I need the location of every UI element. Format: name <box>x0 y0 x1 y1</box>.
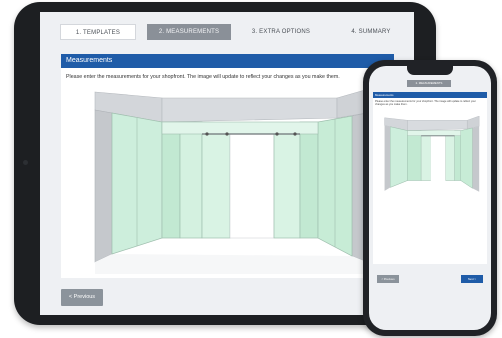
wizard-steps: 1. TEMPLATES 2. MEASUREMENTS 3. EXTRA OP… <box>40 12 414 52</box>
tab-summary[interactable]: 4. SUMMARY <box>330 24 412 40</box>
phone-previous-button[interactable]: < Previous <box>377 275 399 283</box>
floor <box>95 254 372 274</box>
phone-shopfront-preview <box>375 115 485 196</box>
phone-next-button[interactable]: Next > <box>461 275 483 283</box>
instructions-text: Please enter the measurements for your s… <box>66 74 340 80</box>
door-opening <box>229 133 275 239</box>
phone-device: 2. MEASUREMENTS Measurements Please ente… <box>363 60 497 336</box>
panel-title: Measurements <box>61 54 394 68</box>
tab-measurements[interactable]: 2. MEASUREMENTS <box>147 24 231 40</box>
phone-tab-measurements[interactable]: 2. MEASUREMENTS <box>407 80 451 87</box>
shopfront-preview <box>67 87 389 274</box>
phone-screen: 2. MEASUREMENTS Measurements Please ente… <box>369 66 491 330</box>
glass-panel-3 <box>299 121 319 239</box>
transom-glass <box>161 121 319 135</box>
tab-templates[interactable]: 1. TEMPLATES <box>60 24 136 40</box>
measurements-panel: Measurements Please enter the measuremen… <box>61 54 394 278</box>
phone-wizard-steps: 2. MEASUREMENTS <box>369 78 491 92</box>
previous-button[interactable]: < Previous <box>61 289 103 306</box>
phone-instructions-text: Please enter the measurements for your s… <box>375 100 476 107</box>
phone-shopfront-drawing <box>384 115 480 192</box>
glass-panel-2 <box>179 121 203 239</box>
wall-top-band <box>161 97 338 123</box>
tablet-screen: 1. TEMPLATES 2. MEASUREMENTS 3. EXTRA OP… <box>40 12 414 315</box>
phone-notch <box>407 66 453 75</box>
shopfront-drawing <box>94 87 373 274</box>
sliding-door-right <box>273 133 301 239</box>
sliding-door-left <box>201 133 231 239</box>
tablet-camera <box>23 160 28 165</box>
glass-panel-1 <box>161 121 181 239</box>
left-pillar <box>94 109 113 263</box>
phone-measurements-panel: Measurements Please enter the measuremen… <box>373 92 487 264</box>
tab-extra-options[interactable]: 3. EXTRA OPTIONS <box>240 24 322 40</box>
